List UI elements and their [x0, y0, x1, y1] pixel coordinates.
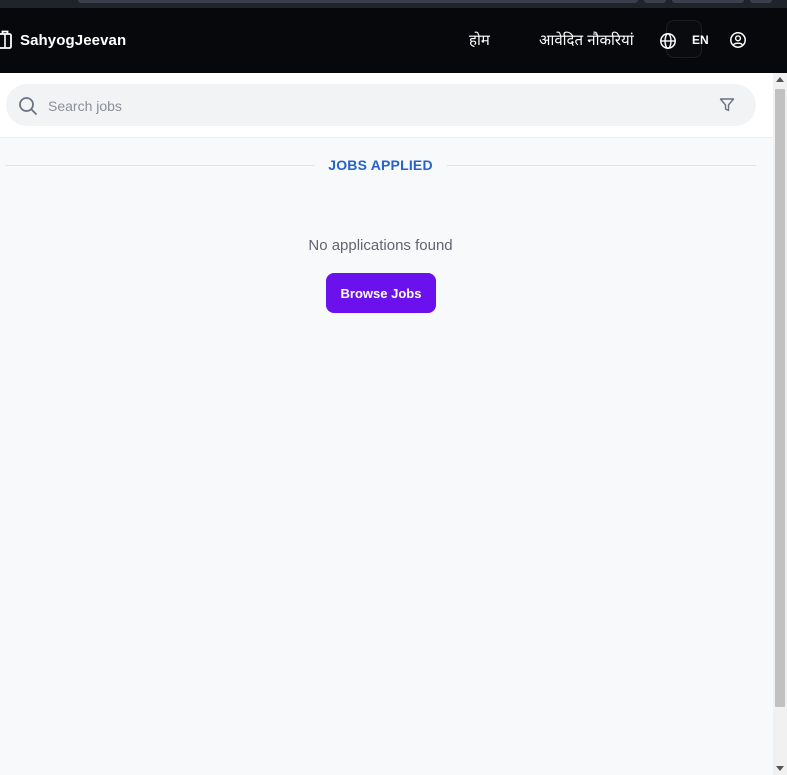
user-circle-icon[interactable]: [729, 31, 747, 49]
briefcase-icon: [0, 30, 12, 49]
brand-logo-link[interactable]: SahyogJeevan: [0, 28, 126, 52]
empty-state-message: No applications found: [308, 237, 453, 254]
search-box[interactable]: [6, 84, 756, 126]
brand-name: SahyogJeevan: [20, 31, 127, 49]
globe-icon: [660, 33, 676, 49]
browser-toolbar-button[interactable]: [672, 0, 744, 3]
scrollbar-thumb[interactable]: [775, 89, 785, 707]
browser-address-bar[interactable]: [78, 0, 638, 3]
browser-toolbar-button[interactable]: [644, 0, 666, 3]
main-content: JOBS APPLIED No applications found Brows…: [0, 73, 773, 775]
scroll-down-arrow-icon[interactable]: [776, 766, 784, 771]
search-icon: [19, 97, 37, 115]
scroll-up-arrow-icon[interactable]: [776, 77, 784, 82]
search-bar-container: [0, 73, 773, 138]
browse-jobs-button[interactable]: Browse Jobs: [326, 273, 436, 313]
section-divider-left: [6, 165, 314, 166]
language-label: EN: [692, 33, 709, 47]
section-title: JOBS APPLIED: [328, 157, 433, 173]
top-navbar: SahyogJeevan होम आवेदित नौकरियां EN: [0, 8, 787, 73]
search-input[interactable]: [46, 94, 690, 118]
nav-link-applied-jobs[interactable]: आवेदित नौकरियां: [539, 30, 634, 50]
browser-tab-strip: [0, 0, 787, 8]
nav-link-home[interactable]: होम: [469, 30, 490, 50]
page-scrollbar[interactable]: [773, 73, 787, 775]
filter-icon[interactable]: [719, 97, 735, 113]
section-divider-right: [447, 165, 756, 166]
browser-toolbar-button[interactable]: [750, 0, 772, 3]
